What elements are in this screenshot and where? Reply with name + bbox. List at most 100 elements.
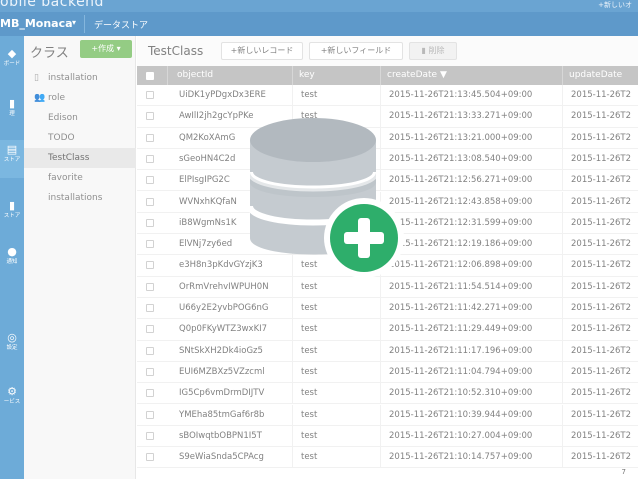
col-createdate[interactable]: createDate ▼ bbox=[381, 66, 563, 85]
nav-item-label: ストア bbox=[3, 157, 21, 163]
delete-button[interactable]: ▮ 削除 bbox=[409, 42, 457, 60]
table-cell: 2015-11-26T2 bbox=[563, 362, 638, 383]
header-right-link[interactable]: +新しいオ bbox=[598, 0, 632, 10]
toolbar: TestClass +新しいレコード +新しいフィールド ▮ 削除 bbox=[137, 36, 638, 66]
row-checkbox[interactable] bbox=[146, 112, 154, 121]
row-checkbox[interactable] bbox=[146, 367, 154, 376]
table-header: objectId key createDate ▼ updateDate bbox=[137, 66, 638, 85]
left-nav: ◆ ボード ▮ 理 ▤ ストア ▮ ストア ● 通知 ◎ 設定 ⚙ ービス bbox=[0, 36, 24, 479]
row-checkbox[interactable] bbox=[146, 133, 154, 142]
nav-item-chart[interactable]: ▮ 理 bbox=[0, 94, 24, 132]
row-checkbox[interactable] bbox=[146, 304, 154, 312]
class-item-favorite[interactable]: favorite bbox=[24, 168, 136, 188]
table-cell: 2015-11-26T2 bbox=[563, 383, 638, 404]
row-checkbox[interactable] bbox=[146, 154, 154, 163]
database-add-icon bbox=[247, 118, 404, 278]
nav-item-settings[interactable]: ◎ 設定 bbox=[0, 328, 24, 366]
table-row[interactable]: Q0p0FKyWTZ3wxKI7 test 2015-11-26T21:11:29.… bbox=[137, 319, 638, 341]
rocket-icon: ◆ bbox=[7, 47, 17, 60]
class-item-testclass[interactable]: TestClass bbox=[24, 148, 136, 168]
chart-icon: ▮ bbox=[8, 97, 16, 110]
col-updatedate[interactable]: updateDate bbox=[563, 66, 638, 85]
chevron-down-icon[interactable]: ▾ bbox=[72, 18, 76, 27]
class-item-label: role bbox=[48, 93, 66, 103]
col-key[interactable]: key bbox=[293, 66, 381, 85]
app-selector[interactable]: MB_Monaca bbox=[0, 17, 73, 30]
nav-item-file-store[interactable]: ▮ ストア bbox=[0, 196, 24, 234]
table-cell: S9eWiaSnda5CPAcg bbox=[171, 447, 293, 469]
nav-item-service[interactable]: ⚙ ービス bbox=[0, 382, 24, 420]
table-cell: 2015-11-26T2 bbox=[563, 426, 638, 447]
table-cell: test bbox=[293, 340, 381, 362]
row-checkbox[interactable] bbox=[146, 261, 154, 270]
table-row[interactable]: YMEha85tmGaf6r8b test 2015-11-26T21:10:39.… bbox=[137, 404, 638, 426]
create-class-button[interactable]: +作成 ▾ bbox=[80, 40, 132, 58]
table-row[interactable]: S9eWiaSnda5CPAcg test 2015-11-26T21:10:14.… bbox=[137, 447, 638, 469]
row-checkbox[interactable] bbox=[146, 389, 154, 398]
users-icon: 👥 bbox=[34, 93, 46, 103]
nav-item-label: ービス bbox=[3, 399, 21, 405]
table-cell: 2015-11-26T21:12:19.186+09:00 bbox=[381, 234, 563, 256]
push-icon: ● bbox=[7, 245, 17, 258]
row-checkbox[interactable] bbox=[146, 431, 154, 440]
row-checkbox[interactable] bbox=[146, 91, 154, 99]
table-cell: 2015-11-26T21:13:45.504+09:00 bbox=[381, 85, 563, 106]
table-cell: 2015-11-26T2 bbox=[563, 405, 638, 426]
select-all-checkbox[interactable] bbox=[146, 72, 154, 80]
table-cell: 2015-11-26T2 bbox=[563, 149, 638, 170]
new-record-button[interactable]: +新しいレコード bbox=[221, 42, 303, 60]
class-item-installation[interactable]: ▯ installation bbox=[24, 68, 136, 88]
table-row[interactable]: SNtSkXH2Dk4ioGz5 test 2015-11-26T21:11:17.… bbox=[137, 340, 638, 362]
class-item-role[interactable]: 👥 role bbox=[24, 88, 136, 108]
class-list: ▯ installation 👥 role Edison TODO TestClass fav… bbox=[24, 68, 136, 208]
table-cell: test bbox=[293, 276, 381, 298]
class-item-todo[interactable]: TODO bbox=[24, 128, 136, 148]
class-item-label: TODO bbox=[48, 133, 75, 143]
row-checkbox[interactable] bbox=[146, 218, 154, 227]
table-cell: 2015-11-26T2 bbox=[563, 255, 638, 276]
nav-item-push[interactable]: ● 通知 bbox=[0, 242, 24, 280]
row-checkbox[interactable] bbox=[146, 346, 154, 355]
nav-item-label: ストア bbox=[3, 213, 21, 219]
nav-item-rocket[interactable]: ◆ ボード bbox=[0, 44, 24, 82]
table-cell: OrRmVrehvIWPUH0N bbox=[171, 276, 293, 298]
class-item-edison[interactable]: Edison bbox=[24, 108, 136, 128]
table-row[interactable]: OrRmVrehvIWPUH0N test 2015-11-26T21:11:54.… bbox=[137, 276, 638, 298]
table-cell: sBOIwqtbOBPN1I5T bbox=[171, 425, 293, 447]
app-bar: MB_Monaca ▾ データストア bbox=[0, 12, 638, 36]
col-objectid[interactable]: objectId bbox=[171, 66, 293, 85]
table-cell: test bbox=[293, 447, 381, 469]
table-row[interactable]: U66y2E2yvbPOG6nG test 2015-11-26T21:11:42.… bbox=[137, 298, 638, 320]
table-row[interactable]: IG5Cp6vmDrmDIJTV test 2015-11-26T21:10:52.… bbox=[137, 383, 638, 405]
class-item-label: TestClass bbox=[48, 153, 90, 163]
table-row[interactable]: UiDK1yPDgxDx3ERE test 2015-11-26T21:13:45.… bbox=[137, 85, 638, 107]
table-cell: 2015-11-26T2 bbox=[563, 85, 638, 106]
table-cell: 2015-11-26T21:12:06.898+09:00 bbox=[381, 255, 563, 277]
table-cell: 2015-11-26T21:11:04.794+09:00 bbox=[381, 361, 563, 383]
row-checkbox[interactable] bbox=[146, 410, 154, 419]
table-cell: 2015-11-26T21:10:27.004+09:00 bbox=[381, 425, 563, 447]
table-cell: IG5Cp6vmDrmDIJTV bbox=[171, 383, 293, 405]
table-cell: 2015-11-26T21:11:54.514+09:00 bbox=[381, 276, 563, 298]
page-number: 7 bbox=[621, 468, 626, 476]
service-icon: ⚙ bbox=[7, 385, 17, 398]
row-checkbox[interactable] bbox=[146, 240, 154, 249]
table-cell: 2015-11-26T2 bbox=[563, 213, 638, 234]
class-item-installations[interactable]: installations bbox=[24, 188, 136, 208]
table-row[interactable]: sBOIwqtbOBPN1I5T test 2015-11-26T21:10:27.… bbox=[137, 425, 638, 448]
row-checkbox[interactable] bbox=[146, 197, 154, 206]
datastore-icon: ▤ bbox=[6, 143, 18, 156]
class-panel-title: クラス bbox=[30, 46, 69, 61]
table-row[interactable]: EUI6MZBXz5VZzcml test 2015-11-26T21:11:04.… bbox=[137, 361, 638, 384]
row-checkbox[interactable] bbox=[146, 325, 154, 334]
nav-item-datastore[interactable]: ▤ ストア bbox=[0, 140, 24, 178]
table-cell: UiDK1yPDgxDx3ERE bbox=[171, 85, 293, 106]
table-cell: YMEha85tmGaf6r8b bbox=[171, 404, 293, 426]
nav-item-label: 通知 bbox=[6, 259, 18, 265]
new-field-button[interactable]: +新しいフィールド bbox=[309, 42, 403, 60]
table-cell: test bbox=[293, 361, 381, 383]
row-checkbox[interactable] bbox=[146, 176, 154, 185]
table-cell: 2015-11-26T2 bbox=[563, 298, 638, 319]
row-checkbox[interactable] bbox=[146, 453, 154, 462]
row-checkbox[interactable] bbox=[146, 282, 154, 291]
